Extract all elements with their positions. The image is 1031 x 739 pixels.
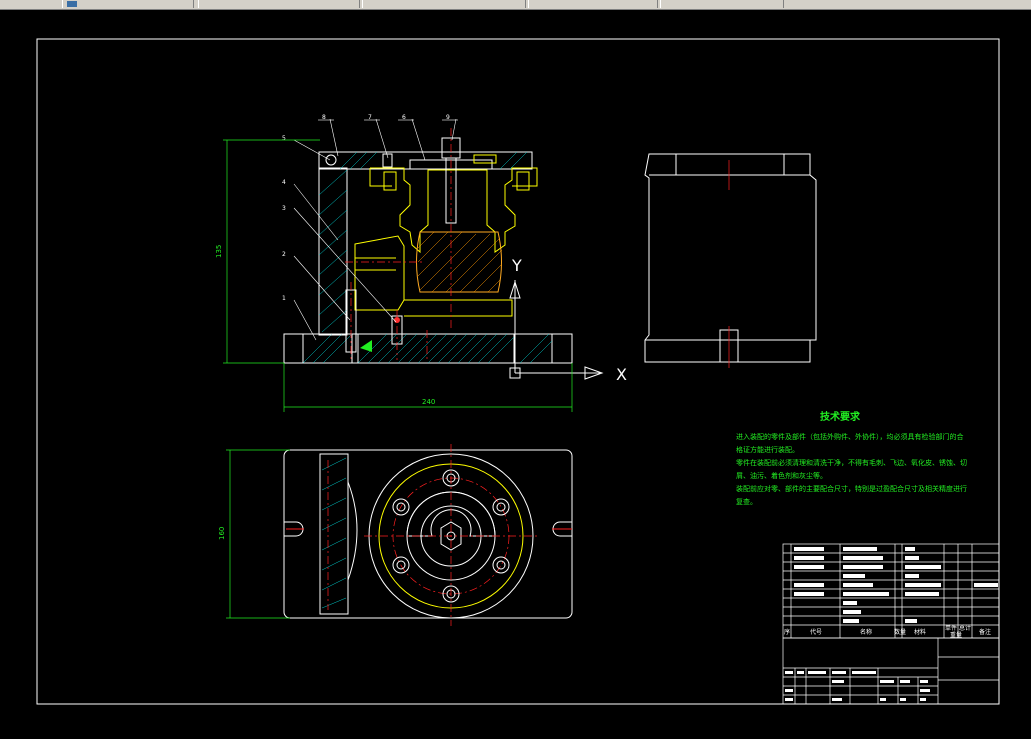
svg-text:材料: 材料 xyxy=(914,628,926,636)
parts-list-rows xyxy=(794,547,998,623)
toolbar-tab-color[interactable] xyxy=(660,0,784,8)
file-icon xyxy=(67,1,77,7)
tech-title: 技术要求 xyxy=(820,410,861,423)
window-toolbar xyxy=(0,0,1031,10)
svg-text:序: 序 xyxy=(784,628,790,636)
svg-text:数量: 数量 xyxy=(894,628,906,636)
tech-line-1: 进入装配的零件及部件（包括外购件、外协件），均必须具有检验部门的合 xyxy=(736,432,964,441)
balloon-3: 3 xyxy=(282,205,286,212)
tech-line-5: 装配前应对零、部件的主要配合尺寸，特别是过盈配合尺寸及相关精度进行 xyxy=(736,484,967,493)
svg-text:单件: 单件 xyxy=(945,624,957,632)
toolbar-tab-file[interactable] xyxy=(62,0,194,8)
dimension-width: 240 xyxy=(422,398,435,406)
front-section-view: 8 7 6 9 5 4 3 2 1 Y X 135 240 xyxy=(215,114,627,412)
tech-line-6: 复查。 xyxy=(736,497,757,506)
balloon-4: 4 xyxy=(282,179,286,186)
axis-x-label: X xyxy=(616,365,627,384)
top-view: 160 xyxy=(218,444,573,626)
toolbar-tab-layer[interactable] xyxy=(198,0,360,8)
parts-list-header: 序 代号 名称 数量 材料 单件 总计 备注 重量 xyxy=(784,624,991,639)
svg-text:总计: 总计 xyxy=(959,624,971,632)
cad-drawing-canvas[interactable]: 8 7 6 9 5 4 3 2 1 Y X 135 240 160 技术要求 进… xyxy=(0,10,1031,739)
balloon-numbers: 8 7 6 9 5 4 3 2 1 xyxy=(282,114,450,302)
tech-line-3: 零件在装配前必须清理和清洗干净，不得有毛刺、飞边、氧化皮、锈蚀、切 xyxy=(736,458,967,467)
svg-text:备注: 备注 xyxy=(979,628,991,636)
balloon-1: 1 xyxy=(282,295,286,302)
side-view xyxy=(644,153,817,368)
axis-y-label: Y xyxy=(511,256,522,275)
dimension-plan: 160 xyxy=(218,527,226,540)
balloon-5: 5 xyxy=(282,135,286,142)
workpiece xyxy=(416,231,503,293)
svg-text:代号: 代号 xyxy=(810,628,822,636)
dimension-height: 135 xyxy=(215,245,223,258)
svg-text:名称: 名称 xyxy=(860,628,872,636)
top-view-outline xyxy=(283,449,573,619)
balloon-2: 2 xyxy=(282,251,286,258)
technical-requirements: 技术要求 进入装配的零件及部件（包括外购件、外协件），均必须具有检验部门的合 格… xyxy=(736,410,967,506)
tech-line-4: 屑、油污、着色剂和灰尘等。 xyxy=(736,471,827,480)
tech-line-2: 格证方能进行装配。 xyxy=(736,445,799,454)
coordinate-axes: Y X xyxy=(509,256,627,384)
toolbar-tab-lineweight[interactable] xyxy=(528,0,658,8)
toolbar-tab-linetype[interactable] xyxy=(362,0,526,8)
